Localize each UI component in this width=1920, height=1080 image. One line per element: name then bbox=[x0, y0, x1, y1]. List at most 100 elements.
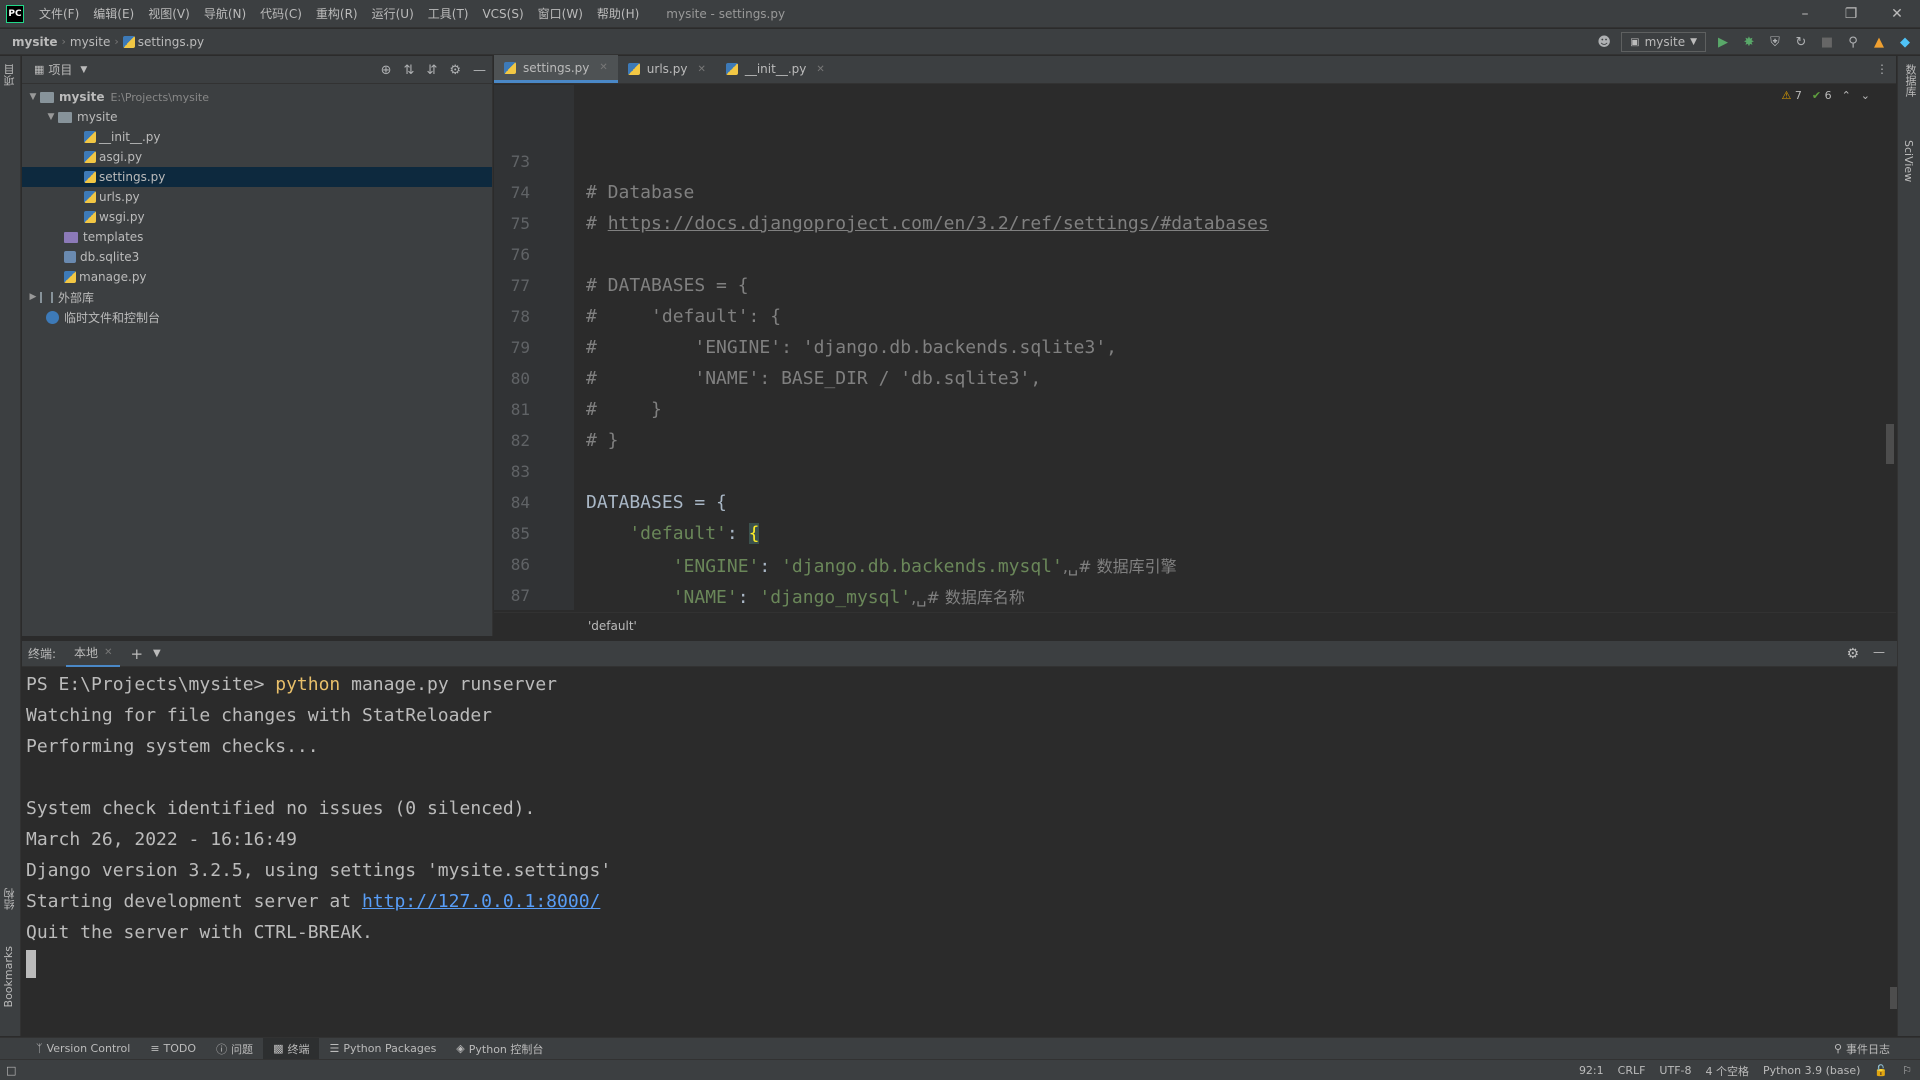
inspection-widget[interactable]: ⚠ 7 ✔ 6 ⌃ ⌄ bbox=[1781, 89, 1870, 102]
breadcrumb-project[interactable]: mysite bbox=[8, 35, 61, 49]
close-icon[interactable]: ✕ bbox=[104, 647, 112, 658]
user-icon[interactable]: ☻ bbox=[1595, 33, 1613, 51]
tab-urls-py[interactable]: urls.py ✕ bbox=[618, 55, 716, 83]
add-terminal-icon[interactable]: + bbox=[130, 645, 143, 663]
tree-item-init-py[interactable]: __init__.py bbox=[22, 127, 492, 147]
minimize-icon[interactable]: – bbox=[1782, 0, 1828, 28]
code-line[interactable]: 78 # 'default': { bbox=[494, 301, 1894, 332]
lock-icon[interactable]: 🔓 bbox=[1874, 1064, 1888, 1077]
close-icon[interactable]: ✕ bbox=[1874, 0, 1920, 28]
tree-item-asgi-py[interactable]: asgi.py bbox=[22, 147, 492, 167]
tree-item-mysite-package[interactable]: ▼ mysite bbox=[22, 107, 492, 127]
menu-vcs[interactable]: VCS(S) bbox=[475, 0, 530, 28]
tree-item-db-sqlite3[interactable]: db.sqlite3 bbox=[22, 247, 492, 267]
python-interpreter[interactable]: Python 3.9 (base) bbox=[1763, 1064, 1860, 1077]
project-panel-title[interactable]: 项目 bbox=[48, 61, 72, 78]
menu-file[interactable]: 文件(F) bbox=[32, 0, 86, 28]
tree-item-manage-py[interactable]: manage.py bbox=[22, 267, 492, 287]
collapse-all-icon[interactable]: ⇵ bbox=[426, 63, 437, 78]
hide-icon[interactable]: — bbox=[1873, 645, 1885, 659]
chevron-down-icon[interactable]: ⌄ bbox=[1861, 89, 1870, 102]
chevron-down-icon[interactable]: ▼ bbox=[26, 92, 40, 102]
menu-help[interactable]: 帮助(H) bbox=[590, 0, 646, 28]
toggle-tool-windows-icon[interactable]: □ bbox=[6, 1064, 16, 1077]
more-tabs-icon[interactable]: ⋮ bbox=[1876, 62, 1888, 76]
tool-terminal[interactable]: ▩ 终端 bbox=[263, 1037, 320, 1060]
caret-position[interactable]: 92:1 bbox=[1579, 1064, 1604, 1077]
close-icon[interactable]: ✕ bbox=[816, 64, 824, 75]
ide-logo-icon[interactable]: ◆ bbox=[1896, 33, 1914, 51]
tree-item-settings-py[interactable]: settings.py bbox=[22, 167, 492, 187]
tree-item-mysite-root[interactable]: ▼ mysite E:\Projects\mysite bbox=[22, 87, 492, 107]
code-line[interactable]: 86 'ENGINE': 'django.db.backends.mysql',… bbox=[494, 549, 1894, 580]
terminal-output[interactable]: PS E:\Projects\mysite> python manage.py … bbox=[22, 667, 1897, 978]
menu-run[interactable]: 运行(U) bbox=[365, 0, 421, 28]
tool-problems[interactable]: ⓘ 问题 bbox=[206, 1038, 263, 1060]
search-icon[interactable]: ⚲ bbox=[1844, 33, 1862, 51]
menu-refactor[interactable]: 重构(R) bbox=[309, 0, 365, 28]
server-url-link[interactable]: http://127.0.0.1:8000/ bbox=[362, 891, 600, 912]
terminal-tab-local[interactable]: 本地 ✕ bbox=[66, 641, 121, 667]
line-separator[interactable]: CRLF bbox=[1618, 1064, 1646, 1077]
code-breadcrumb[interactable]: 'default' bbox=[588, 619, 637, 633]
code-line[interactable]: 74 # Database bbox=[494, 177, 1894, 208]
bookmarks-tool-tab[interactable]: Bookmarks bbox=[2, 946, 15, 1007]
code-line[interactable]: 79 # 'ENGINE': 'django.db.backends.sqlit… bbox=[494, 332, 1894, 363]
database-tool-tab[interactable]: 数据库 bbox=[1902, 64, 1918, 97]
indent-setting[interactable]: 4 个空格 bbox=[1706, 1063, 1750, 1079]
chevron-right-icon[interactable]: ▶ bbox=[26, 292, 40, 302]
code-line[interactable]: 84 DATABASES = { bbox=[494, 487, 1894, 518]
code-line[interactable]: 81 # } bbox=[494, 394, 1894, 425]
menu-edit[interactable]: 编辑(E) bbox=[86, 0, 141, 28]
run-config-select[interactable]: ▣ mysite ▼ bbox=[1621, 32, 1706, 52]
file-encoding[interactable]: UTF-8 bbox=[1659, 1064, 1691, 1077]
tab-settings-py[interactable]: settings.py ✕ bbox=[494, 55, 618, 83]
chevron-up-icon[interactable]: ⌃ bbox=[1842, 89, 1851, 102]
code-line[interactable]: 76 bbox=[494, 239, 1894, 270]
close-icon[interactable]: ✕ bbox=[697, 64, 705, 75]
code-line[interactable]: 75 # https://docs.djangoproject.com/en/3… bbox=[494, 208, 1894, 239]
tree-item-urls-py[interactable]: urls.py bbox=[22, 187, 492, 207]
menu-code[interactable]: 代码(C) bbox=[253, 0, 309, 28]
update-icon[interactable]: ▲ bbox=[1870, 33, 1888, 51]
docs-link[interactable]: https://docs.djangoproject.com/en/3.2/re… bbox=[608, 213, 1269, 234]
tab-init-py[interactable]: __init__.py ✕ bbox=[716, 55, 835, 83]
editor-scrollbar[interactable] bbox=[1886, 424, 1894, 464]
code-line[interactable]: 80 # 'NAME': BASE_DIR / 'db.sqlite3', bbox=[494, 363, 1894, 394]
chevron-down-icon[interactable]: ▼ bbox=[153, 648, 161, 659]
coverage-icon[interactable]: ⛨ bbox=[1766, 33, 1784, 51]
tool-event-log[interactable]: ⚲ 事件日志 bbox=[1824, 1038, 1900, 1060]
code-line[interactable]: 77 # DATABASES = { bbox=[494, 270, 1894, 301]
tool-version-control[interactable]: ᛉ Version Control bbox=[26, 1038, 140, 1060]
close-icon[interactable]: ✕ bbox=[599, 62, 607, 73]
locate-icon[interactable]: ⊕ bbox=[381, 63, 392, 78]
expand-all-icon[interactable]: ⇅ bbox=[404, 63, 415, 78]
terminal-scrollbar[interactable] bbox=[1890, 987, 1897, 1009]
tree-item-wsgi-py[interactable]: wsgi.py bbox=[22, 207, 492, 227]
tool-todo[interactable]: ≡ TODO bbox=[140, 1038, 206, 1060]
notifications-icon[interactable]: ⚐ bbox=[1902, 1064, 1912, 1077]
hide-icon[interactable]: — bbox=[473, 63, 486, 78]
tool-python-console[interactable]: ◈ Python 控制台 bbox=[446, 1038, 553, 1060]
gear-icon[interactable]: ⚙ bbox=[449, 63, 461, 78]
tree-item-external-libraries[interactable]: ▶ 外部库 bbox=[22, 287, 492, 307]
restore-icon[interactable]: ❐ bbox=[1828, 0, 1874, 28]
menu-window[interactable]: 窗口(W) bbox=[531, 0, 590, 28]
stop-icon[interactable]: ■ bbox=[1818, 33, 1836, 51]
run-icon[interactable]: ▶ bbox=[1714, 33, 1732, 51]
menu-view[interactable]: 视图(V) bbox=[141, 0, 197, 28]
code-line[interactable]: 83 bbox=[494, 456, 1894, 487]
sciview-tool-tab[interactable]: SciView bbox=[1902, 140, 1915, 182]
debug-icon[interactable]: ✸ bbox=[1740, 33, 1758, 51]
tool-python-packages[interactable]: ☰ Python Packages bbox=[319, 1038, 446, 1060]
gear-icon[interactable]: ⚙ bbox=[1846, 646, 1859, 662]
tree-item-templates[interactable]: templates bbox=[22, 227, 492, 247]
code-line[interactable]: 87 'NAME': 'django_mysql',␣# 数据库名称 bbox=[494, 580, 1894, 611]
profile-icon[interactable]: ↻ bbox=[1792, 33, 1810, 51]
breadcrumb-file[interactable]: settings.py bbox=[119, 35, 208, 49]
project-tool-tab[interactable]: 项目 bbox=[2, 64, 18, 86]
menu-navigate[interactable]: 导航(N) bbox=[197, 0, 253, 28]
tree-item-scratches[interactable]: 临时文件和控制台 bbox=[22, 307, 492, 327]
breadcrumb-folder[interactable]: mysite bbox=[66, 35, 114, 49]
menu-tools[interactable]: 工具(T) bbox=[421, 0, 476, 28]
